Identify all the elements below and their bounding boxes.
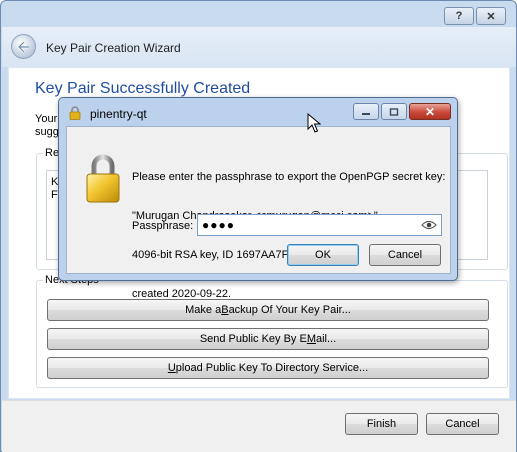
minimize-icon xyxy=(362,112,370,115)
description-line: created 2020-09-22. xyxy=(132,288,232,300)
help-button[interactable]: ? xyxy=(444,7,474,25)
pinentry-window-controls: ✕ xyxy=(353,103,451,120)
lock-icon xyxy=(69,106,81,120)
mouse-cursor-icon xyxy=(307,113,321,133)
description-line: Please enter the passphrase to export th… xyxy=(132,171,446,183)
back-arrow-icon xyxy=(16,40,29,53)
wizard-title: Key Pair Creation Wizard xyxy=(46,41,181,55)
pinentry-close-button[interactable]: ✕ xyxy=(409,103,451,120)
page-heading: Key Pair Successfully Created xyxy=(35,80,251,97)
minimize-button[interactable] xyxy=(353,103,379,120)
pinentry-description: Please enter the passphrase to export th… xyxy=(132,145,445,327)
back-button[interactable] xyxy=(11,34,36,59)
pinentry-client-area: Please enter the passphrase to export th… xyxy=(66,126,451,300)
wizard-footer: Finish Cancel xyxy=(2,400,516,452)
intro-line-2: sugg xyxy=(35,126,59,138)
send-public-key-email-button[interactable]: Send Public Key By E Mail... xyxy=(47,328,489,350)
wizard-close-button[interactable]: ✕ xyxy=(476,7,506,25)
ok-button[interactable]: OK xyxy=(287,244,359,266)
pinentry-dialog: pinentry-qt ✕ Please enter the passphras… xyxy=(58,97,458,300)
upload-public-key-button[interactable]: Upload Public Key To Directory Service..… xyxy=(47,357,489,379)
wizard-header: Key Pair Creation Wizard xyxy=(2,27,516,67)
passphrase-input[interactable]: ●●●● xyxy=(197,214,442,236)
intro-text: Your sugg xyxy=(35,113,59,139)
pinentry-cancel-button[interactable]: Cancel xyxy=(369,244,441,266)
maximize-icon xyxy=(389,107,399,116)
finish-button[interactable]: Finish xyxy=(345,413,418,435)
wizard-window-controls: ? ✕ xyxy=(444,7,506,25)
passphrase-label: Passphrase: xyxy=(132,220,194,232)
pinentry-titlebar[interactable]: pinentry-qt ✕ xyxy=(59,98,457,126)
show-password-eye-icon[interactable] xyxy=(421,219,437,231)
wizard-cancel-button[interactable]: Cancel xyxy=(426,413,499,435)
intro-line-1: Your xyxy=(35,113,58,125)
maximize-button[interactable] xyxy=(381,103,407,120)
pinentry-title: pinentry-qt xyxy=(90,107,147,121)
passphrase-masked-value: ●●●● xyxy=(202,218,235,232)
padlock-icon xyxy=(86,154,120,203)
